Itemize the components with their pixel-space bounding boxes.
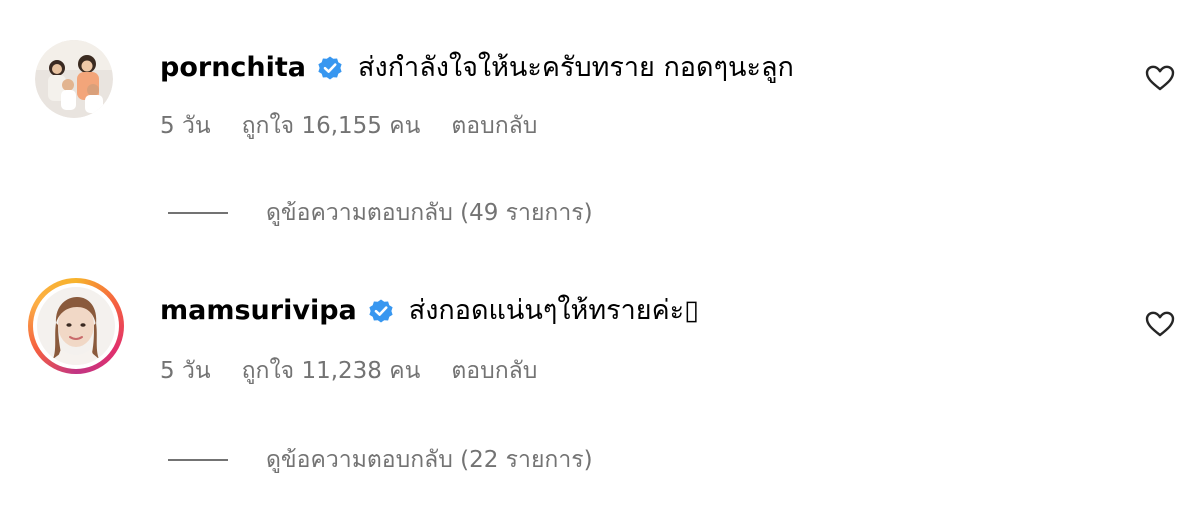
likes-count[interactable]: ถูกใจ 16,155 คน — [242, 108, 421, 144]
view-replies-label: ดูข้อความตอบกลับ (22 รายการ) — [266, 447, 593, 473]
comment-timestamp[interactable]: 5 วัน — [160, 108, 211, 144]
comment-header: pornchita ส่งกำลังใจให้นะครับทราย กอดๆนะ… — [160, 50, 794, 86]
avatar-photo — [37, 287, 115, 365]
view-replies-label: ดูข้อความตอบกลับ (49 รายการ) — [266, 200, 593, 226]
comment-text: ส่งกอดแน่นๆให้ทรายค่ะ▯ — [408, 295, 700, 326]
reply-button[interactable]: ตอบกลับ — [451, 353, 537, 389]
avatar-photo — [35, 40, 113, 118]
comment-timestamp[interactable]: 5 วัน — [160, 353, 211, 389]
heart-outline-icon[interactable] — [1144, 308, 1176, 340]
heart-outline-icon[interactable] — [1144, 62, 1176, 94]
view-replies-button[interactable]: ดูข้อความตอบกลับ (49 รายการ) — [168, 196, 593, 230]
avatar-story-ring[interactable] — [28, 278, 124, 374]
replies-divider — [168, 459, 228, 461]
likes-count[interactable]: ถูกใจ 11,238 คน — [242, 353, 421, 389]
comment-meta: 5 วัน ถูกใจ 16,155 คน ตอบกลับ — [160, 109, 568, 143]
view-replies-button[interactable]: ดูข้อความตอบกลับ (22 รายการ) — [168, 443, 593, 477]
comment-text: ส่งกำลังใจให้นะครับทราย กอดๆนะลูก — [358, 52, 794, 83]
verified-badge-icon — [316, 54, 344, 82]
replies-divider — [168, 212, 228, 214]
username[interactable]: pornchita — [160, 51, 306, 85]
verified-badge-icon — [367, 297, 395, 325]
avatar[interactable] — [35, 40, 113, 118]
comment-meta: 5 วัน ถูกใจ 11,238 คน ตอบกลับ — [160, 354, 568, 388]
username[interactable]: mamsurivipa — [160, 294, 357, 328]
reply-button[interactable]: ตอบกลับ — [451, 108, 537, 144]
comment-header: mamsurivipa ส่งกอดแน่นๆให้ทรายค่ะ▯ — [160, 293, 699, 329]
